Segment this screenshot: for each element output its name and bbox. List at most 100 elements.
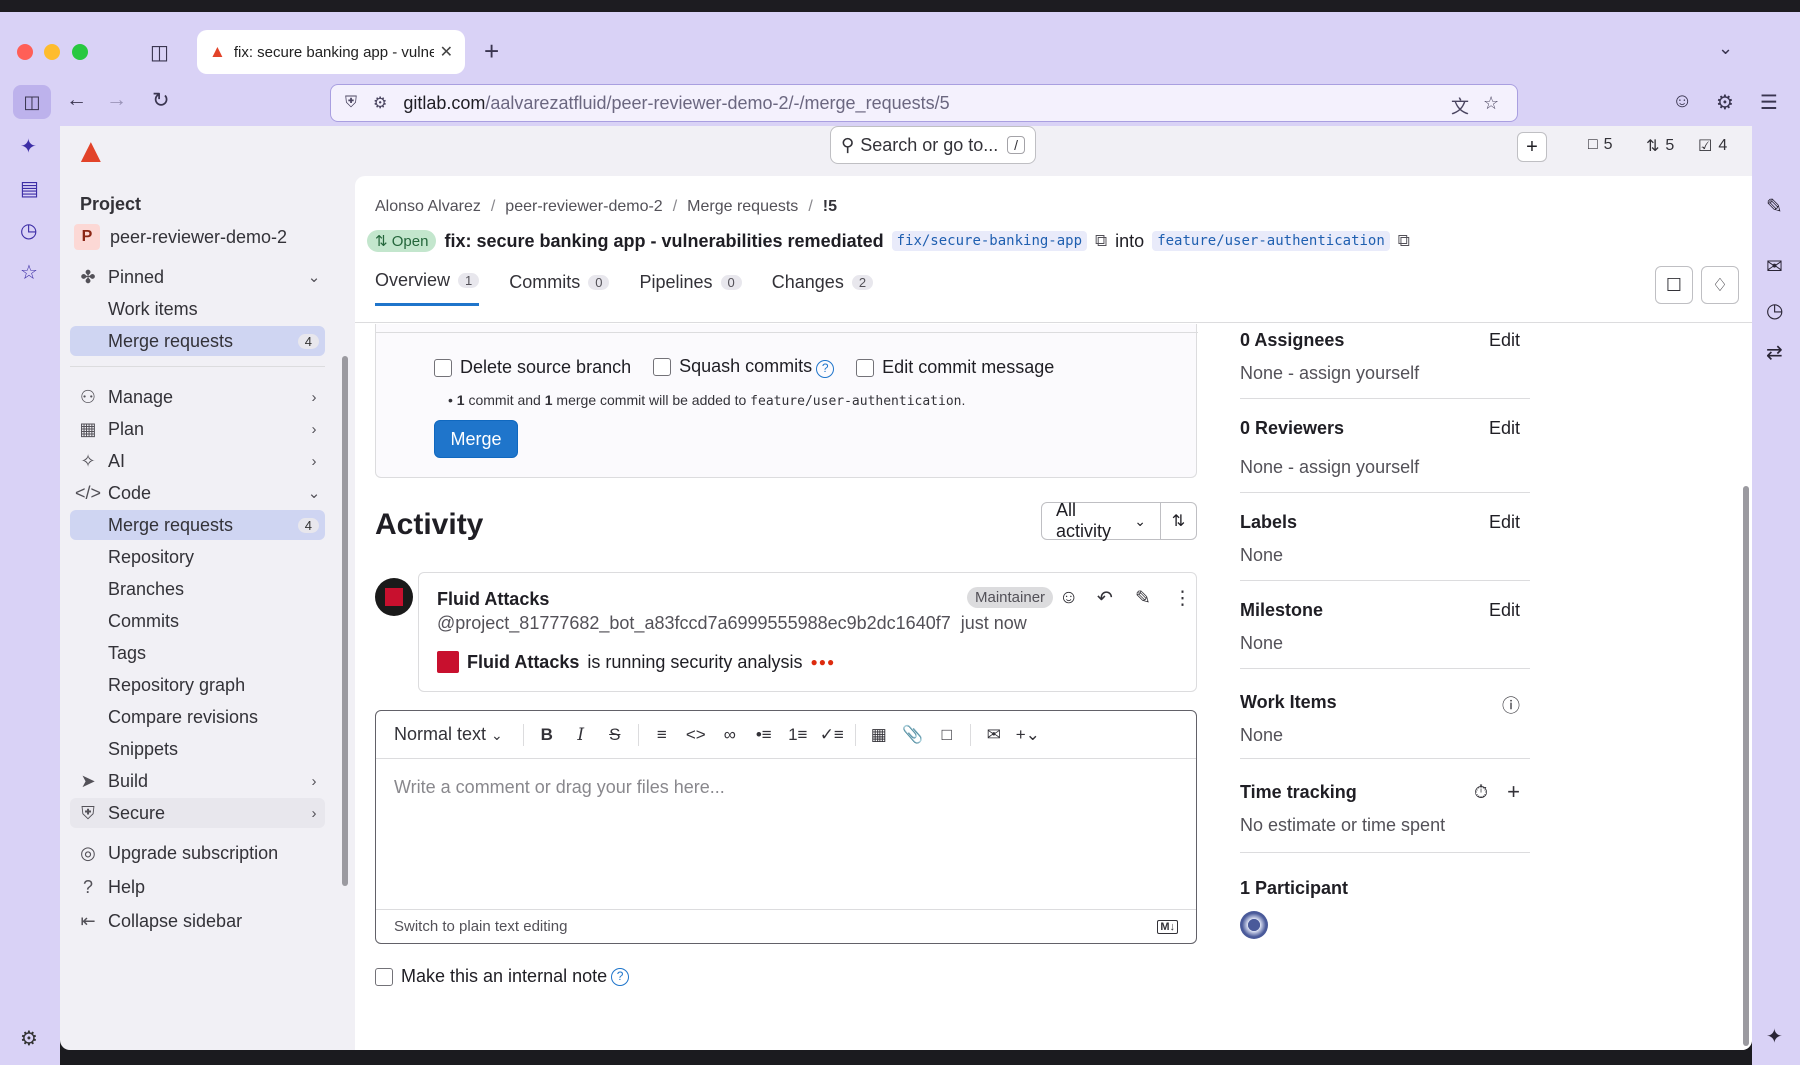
edit-icon[interactable]: ✎ (1135, 587, 1151, 610)
comment-input[interactable]: Write a comment or drag your files here.… (394, 777, 725, 798)
sidebar-item-pinned-merge-requests[interactable]: Merge requests 4 (70, 326, 325, 356)
reading-list-icon[interactable]: ▤ (20, 176, 39, 201)
reviewers-value[interactable]: None - assign yourself (1240, 457, 1530, 478)
close-tab-icon[interactable]: ✕ (440, 42, 453, 62)
sidebar-pinned[interactable]: ✤ Pinned ⌄ (70, 262, 325, 292)
breadcrumb-item[interactable]: peer-reviewer-demo-2 (505, 198, 662, 216)
comment-template-icon[interactable]: ✉ (977, 725, 1011, 745)
breadcrumb-current[interactable]: !5 (823, 198, 837, 216)
maximize-window-button[interactable] (72, 44, 88, 60)
copy-icon[interactable]: ⧉ (1095, 231, 1107, 251)
source-branch[interactable]: fix/secure-banking-app (891, 231, 1088, 251)
sidebar-item-tags[interactable]: Tags (70, 638, 325, 668)
comments-icon[interactable]: ✉ (1766, 254, 1783, 279)
note-timestamp[interactable]: just now (961, 613, 1027, 633)
emoji-reaction-icon[interactable]: ☺ (1059, 587, 1078, 609)
tab-overview-icon[interactable]: ◫ (150, 40, 169, 65)
chevron-down-icon[interactable]: ⌄ (1718, 38, 1733, 59)
bold-icon[interactable]: B (530, 725, 564, 745)
target-branch[interactable]: feature/user-authentication (1152, 231, 1390, 251)
sidebar-item-build[interactable]: ➤ Build › (70, 766, 325, 796)
assignees-value[interactable]: None - assign yourself (1240, 363, 1530, 384)
profile-icon[interactable]: ☺ (1672, 90, 1692, 113)
help-icon[interactable]: ? (816, 360, 835, 378)
sidebar-item-branches[interactable]: Branches (70, 574, 325, 604)
browser-tab-active[interactable]: ▲ fix: secure banking app - vulner ✕ (197, 30, 465, 74)
sidebar-item-secure[interactable]: ⛨ Secure › (70, 798, 325, 828)
gear-icon[interactable]: ⚙ (20, 1026, 38, 1051)
tanuki-duo-icon[interactable]: ✦ (1766, 1024, 1783, 1049)
merge-requests-counter[interactable]: ⇅ 5 (1646, 136, 1674, 156)
tab-changes[interactable]: Changes 2 (772, 270, 874, 306)
avatar[interactable] (375, 578, 413, 616)
search-input[interactable]: ⚲ Search or go to... / (830, 126, 1036, 164)
text-format-dropdown[interactable]: Normal text ⌄ (394, 724, 503, 745)
extensions-icon[interactable]: ⚙ (1716, 90, 1734, 115)
new-tab-icon[interactable]: + (484, 36, 499, 67)
breadcrumb-item[interactable]: Alonso Alvarez (375, 198, 481, 216)
reload-icon[interactable]: ↻ (152, 88, 170, 113)
sidebar-upgrade[interactable]: ◎ Upgrade subscription (70, 838, 325, 868)
sidebar-item-work-items[interactable]: Work items (70, 294, 325, 324)
sidebar-item-manage[interactable]: ⚇ Manage › (70, 382, 325, 412)
edit-milestone-button[interactable]: Edit (1489, 600, 1520, 621)
todo-counter[interactable]: ☑ 4 (1698, 136, 1727, 156)
numbered-list-icon[interactable]: 1≡ (781, 725, 815, 745)
browser-menu-icon[interactable]: ☰ (1760, 90, 1778, 115)
squash-commits-checkbox[interactable]: Squash commits? (653, 356, 835, 378)
internal-note-checkbox[interactable]: Make this an internal note ? (375, 966, 630, 987)
sidebar-toggle-icon[interactable]: ◫ (13, 85, 51, 119)
bookmark-star-icon[interactable]: ☆ (1483, 93, 1499, 114)
quote-icon[interactable]: ≡ (645, 725, 679, 745)
more-insert-icon[interactable]: +⌄ (1011, 725, 1045, 745)
sidebar-item-code[interactable]: </> Code ⌄ (70, 478, 325, 508)
edit-reviewers-button[interactable]: Edit (1489, 418, 1520, 439)
sidebar-item-repository-graph[interactable]: Repository graph (70, 670, 325, 700)
create-new-button[interactable]: + (1517, 132, 1547, 162)
table-icon[interactable]: ▦ (862, 725, 896, 745)
delete-source-branch-checkbox[interactable]: Delete source branch (434, 357, 631, 378)
issues-counter[interactable]: □ 5 (1588, 136, 1613, 154)
sidebar-item-commits[interactable]: Commits (70, 606, 325, 636)
checkbox[interactable] (375, 967, 393, 986)
sort-order-button[interactable]: ⇅ (1161, 502, 1197, 540)
link-icon[interactable]: ∞ (713, 725, 747, 745)
sidebar-item-plan[interactable]: ▦ Plan › (70, 414, 325, 444)
tab-pipelines[interactable]: Pipelines 0 (639, 270, 742, 306)
sidebar-scrollbar[interactable] (342, 356, 348, 886)
site-settings-icon[interactable]: ⚙ (373, 93, 387, 113)
ai-sparkle-icon[interactable]: ✦ (20, 134, 37, 159)
help-icon[interactable]: ? (611, 967, 630, 986)
minimize-window-button[interactable] (44, 44, 60, 60)
sidebar-item-repository[interactable]: Repository (70, 542, 325, 572)
tab-commits[interactable]: Commits 0 (509, 270, 610, 306)
edit-note-icon[interactable]: ✎ (1766, 194, 1783, 219)
checkbox[interactable] (856, 358, 875, 377)
sidebar-item-ai[interactable]: ✧ AI › (70, 446, 325, 476)
activity-filter-dropdown[interactable]: All activity ⌄ (1041, 500, 1161, 541)
note-username[interactable]: @project_81777682_bot_a83fccd7a699955598… (437, 613, 951, 633)
strikethrough-icon[interactable]: S (598, 725, 632, 745)
bullet-list-icon[interactable]: •≡ (747, 725, 781, 745)
reply-icon[interactable]: ↶ (1097, 587, 1113, 610)
history-icon[interactable]: ◷ (1766, 298, 1783, 323)
italic-icon[interactable]: I (564, 725, 598, 745)
info-icon[interactable]: ⓘ (1502, 692, 1520, 718)
switch-plain-text-button[interactable]: Switch to plain text editing (394, 918, 567, 935)
checkbox[interactable] (434, 358, 452, 377)
checkbox[interactable] (653, 358, 672, 377)
avatar[interactable] (1240, 911, 1268, 939)
bookmarks-star-icon[interactable]: ☆ (20, 260, 38, 285)
sidebar-help[interactable]: ? Help (70, 872, 325, 902)
task-list-icon[interactable]: ✓≡ (815, 725, 849, 745)
stopwatch-icon[interactable]: ⏱ (1474, 782, 1488, 803)
edit-assignees-button[interactable]: Edit (1489, 330, 1520, 351)
add-time-icon[interactable]: + (1507, 779, 1520, 805)
translate-icon[interactable]: 文 (1451, 93, 1469, 119)
attach-icon[interactable]: 📎 (896, 725, 930, 745)
history-icon[interactable]: ◷ (20, 218, 37, 243)
tab-overview[interactable]: Overview 1 (375, 270, 480, 306)
breadcrumb-item[interactable]: Merge requests (687, 198, 798, 216)
more-actions-icon[interactable]: ⋮ (1173, 587, 1192, 610)
notifications-button[interactable]: ♢ (1701, 266, 1739, 304)
